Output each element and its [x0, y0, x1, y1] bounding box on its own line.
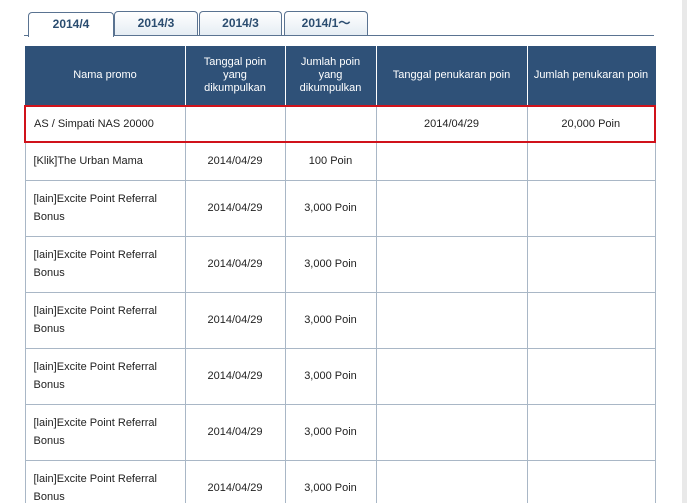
cell-collect-date: 2014/04/29	[184, 347, 286, 405]
cell-redeem-amount: 20,000 Poin	[526, 105, 656, 143]
tab-2014-4[interactable]: 2014/4	[28, 12, 114, 37]
cell-redeem-amount	[526, 291, 656, 349]
header-collect-date: Tanggal poin yang dikumpulkan	[184, 46, 286, 106]
points-history-page: 2014/4 2014/3 2014/3 2014/1〜 Nama promo …	[0, 0, 687, 503]
cell-collect-date: 2014/04/29	[184, 459, 286, 503]
points-table-wrapper: Nama promo Tanggal poin yang dikumpulkan…	[24, 46, 656, 503]
cell-redeem-amount	[526, 403, 656, 461]
cell-redeem-date	[375, 141, 528, 181]
cell-promo-name: [lain]Excite Point Referral Bonus	[24, 291, 186, 349]
table-row: [lain]Excite Point Referral Bonus 2014/0…	[24, 291, 656, 349]
cell-collect-date: 2014/04/29	[184, 291, 286, 349]
cell-collect-amount: 3,000 Poin	[284, 291, 377, 349]
tab-baseline	[24, 35, 654, 36]
table-row: [lain]Excite Point Referral Bonus 2014/0…	[24, 459, 656, 503]
cell-promo-name: AS / Simpati NAS 20000	[24, 105, 186, 143]
cell-collect-amount: 3,000 Poin	[284, 459, 377, 503]
cell-promo-name: [lain]Excite Point Referral Bonus	[24, 235, 186, 293]
cell-redeem-date	[375, 235, 528, 293]
cell-redeem-date	[375, 179, 528, 237]
cell-promo-name: [lain]Excite Point Referral Bonus	[24, 347, 186, 405]
cell-redeem-amount	[526, 141, 656, 181]
points-table: Nama promo Tanggal poin yang dikumpulkan…	[24, 46, 656, 503]
page-edge-gutter	[682, 0, 687, 503]
header-redeem-date: Tanggal penukaran poin	[375, 46, 528, 106]
cell-redeem-date	[375, 403, 528, 461]
cell-redeem-date	[375, 291, 528, 349]
header-collect-amount: Jumlah poin yang dikumpulkan	[284, 46, 377, 106]
cell-redeem-amount	[526, 179, 656, 237]
table-row: [lain]Excite Point Referral Bonus 2014/0…	[24, 347, 656, 405]
cell-collect-amount: 3,000 Poin	[284, 179, 377, 237]
cell-redeem-date	[375, 459, 528, 503]
cell-collect-amount: 3,000 Poin	[284, 403, 377, 461]
table-row: [lain]Excite Point Referral Bonus 2014/0…	[24, 403, 656, 461]
cell-collect-amount: 3,000 Poin	[284, 235, 377, 293]
cell-collect-amount	[284, 105, 377, 143]
cell-redeem-date: 2014/04/29	[375, 105, 528, 143]
cell-collect-date: 2014/04/29	[184, 179, 286, 237]
tab-2014-1-onward[interactable]: 2014/1〜	[284, 11, 368, 36]
table-row: [Klik]The Urban Mama 2014/04/29 100 Poin	[24, 141, 656, 181]
cell-redeem-date	[375, 347, 528, 405]
cell-collect-amount: 3,000 Poin	[284, 347, 377, 405]
header-promo-name: Nama promo	[24, 46, 186, 106]
cell-promo-name: [Klik]The Urban Mama	[24, 141, 186, 181]
cell-promo-name: [lain]Excite Point Referral Bonus	[24, 403, 186, 461]
cell-promo-name: [lain]Excite Point Referral Bonus	[24, 459, 186, 503]
table-row: [lain]Excite Point Referral Bonus 2014/0…	[24, 235, 656, 293]
cell-collect-date: 2014/04/29	[184, 235, 286, 293]
tab-2014-3-second[interactable]: 2014/3	[199, 11, 282, 36]
header-redeem-amount: Jumlah penukaran poin	[526, 46, 656, 106]
cell-collect-date	[184, 105, 286, 143]
cell-collect-date: 2014/04/29	[184, 403, 286, 461]
cell-redeem-amount	[526, 235, 656, 293]
cell-promo-name: [lain]Excite Point Referral Bonus	[24, 179, 186, 237]
tab-2014-3-first[interactable]: 2014/3	[114, 11, 198, 36]
table-row-highlighted: AS / Simpati NAS 20000 2014/04/29 20,000…	[24, 105, 656, 143]
cell-collect-amount: 100 Poin	[284, 141, 377, 181]
cell-collect-date: 2014/04/29	[184, 141, 286, 181]
table-header-row: Nama promo Tanggal poin yang dikumpulkan…	[24, 46, 656, 106]
cell-redeem-amount	[526, 347, 656, 405]
cell-redeem-amount	[526, 459, 656, 503]
table-row: [lain]Excite Point Referral Bonus 2014/0…	[24, 179, 656, 237]
